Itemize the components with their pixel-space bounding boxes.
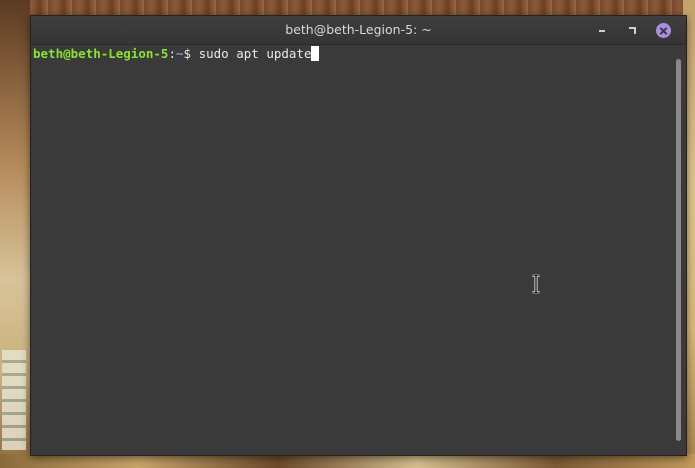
wallpaper-window-detail <box>2 350 26 450</box>
scrollbar-thumb[interactable] <box>676 59 681 441</box>
prompt-user-host: beth@beth-Legion-5 <box>33 46 169 61</box>
desktop-wallpaper-left <box>0 0 30 468</box>
prompt-path: ~ <box>176 46 184 61</box>
text-cursor <box>311 46 320 61</box>
desktop-wallpaper-bottom <box>0 454 695 468</box>
prompt-colon: : <box>168 46 176 61</box>
titlebar[interactable]: beth@beth-Legion-5: ~ <box>31 16 686 45</box>
close-button[interactable] <box>656 23 671 38</box>
typed-command: sudo apt update <box>198 46 312 61</box>
maximize-icon <box>629 27 636 34</box>
minimize-icon <box>599 30 605 32</box>
minimize-button[interactable] <box>595 23 609 37</box>
terminal-window: beth@beth-Legion-5: ~ beth@beth-Legion-5… <box>30 15 687 456</box>
terminal-command-line[interactable]: beth@beth-Legion-5:~$ sudo apt update <box>33 46 320 62</box>
terminal-output-area[interactable]: beth@beth-Legion-5:~$ sudo apt update <box>31 45 671 455</box>
window-title: beth@beth-Legion-5: ~ <box>285 22 432 37</box>
prompt-symbol: $ <box>183 46 199 61</box>
scrollbar[interactable] <box>672 45 686 455</box>
ibeam-cursor-icon <box>532 274 540 294</box>
maximize-button[interactable] <box>625 23 639 37</box>
